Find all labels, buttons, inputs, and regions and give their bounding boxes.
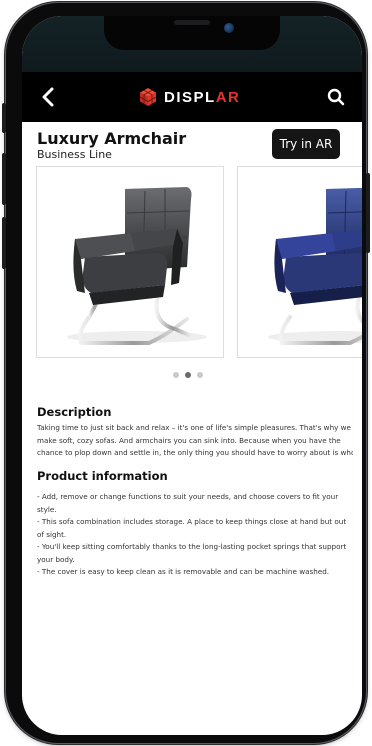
armchair-image (67, 187, 207, 345)
carousel-indicator (173, 372, 203, 378)
carousel-dot[interactable] (173, 372, 179, 378)
image-carousel[interactable] (36, 166, 362, 360)
carousel-dot-active[interactable] (185, 372, 191, 378)
product-information-item: - You'll keep sitting comfortably thanks… (37, 542, 347, 564)
cube-logo-icon (139, 88, 157, 106)
phone-side-button (366, 173, 370, 253)
brand-name-prefix: DISPL (164, 88, 216, 106)
brand-name-suffix: AR (215, 88, 241, 106)
search-icon (327, 88, 345, 106)
product-information-heading: Product information (37, 469, 168, 483)
product-subtitle: Business Line (37, 148, 112, 161)
brand-logo: DISPLAR (138, 86, 240, 108)
app-header: DISPLAR (22, 72, 362, 122)
product-information-item: - Add, remove or change functions to sui… (37, 492, 339, 514)
front-camera (224, 23, 234, 33)
product-information-item: - The cover is easy to keep clean as it … (37, 567, 330, 576)
back-button[interactable] (36, 85, 60, 109)
status-bar (22, 16, 362, 72)
carousel-dot[interactable] (197, 372, 203, 378)
armchair-image (268, 187, 362, 345)
description-line: make soft, cozy sofas. And armchairs you… (37, 435, 341, 445)
phone-side-button (2, 103, 6, 133)
search-button[interactable] (324, 85, 348, 109)
description-line: Taking time to just sit back and relax –… (37, 423, 351, 432)
product-information-list: - Add, remove or change functions to sui… (37, 491, 353, 579)
carousel-slide[interactable] (237, 166, 362, 358)
carousel-slide[interactable] (36, 166, 224, 358)
notch (104, 16, 280, 50)
phone-side-button (2, 217, 6, 269)
try-in-ar-button[interactable]: Try in AR (272, 129, 340, 159)
brand-name: DISPLAR (164, 89, 240, 106)
chevron-left-icon (42, 87, 54, 107)
product-information-item: - This sofa combination includes storage… (37, 517, 347, 539)
phone-side-button (2, 153, 6, 205)
description-heading: Description (37, 405, 112, 419)
speaker (174, 20, 210, 25)
product-title: Luxury Armchair (37, 129, 187, 148)
phone-frame: DISPLAR Luxury Armchair Business Line Tr… (2, 3, 370, 743)
phone-screen: DISPLAR Luxury Armchair Business Line Tr… (22, 16, 362, 735)
description-line: chance to plop down and settle in, the o… (37, 448, 353, 457)
description-text: Taking time to just sit back and relax –… (37, 422, 353, 460)
